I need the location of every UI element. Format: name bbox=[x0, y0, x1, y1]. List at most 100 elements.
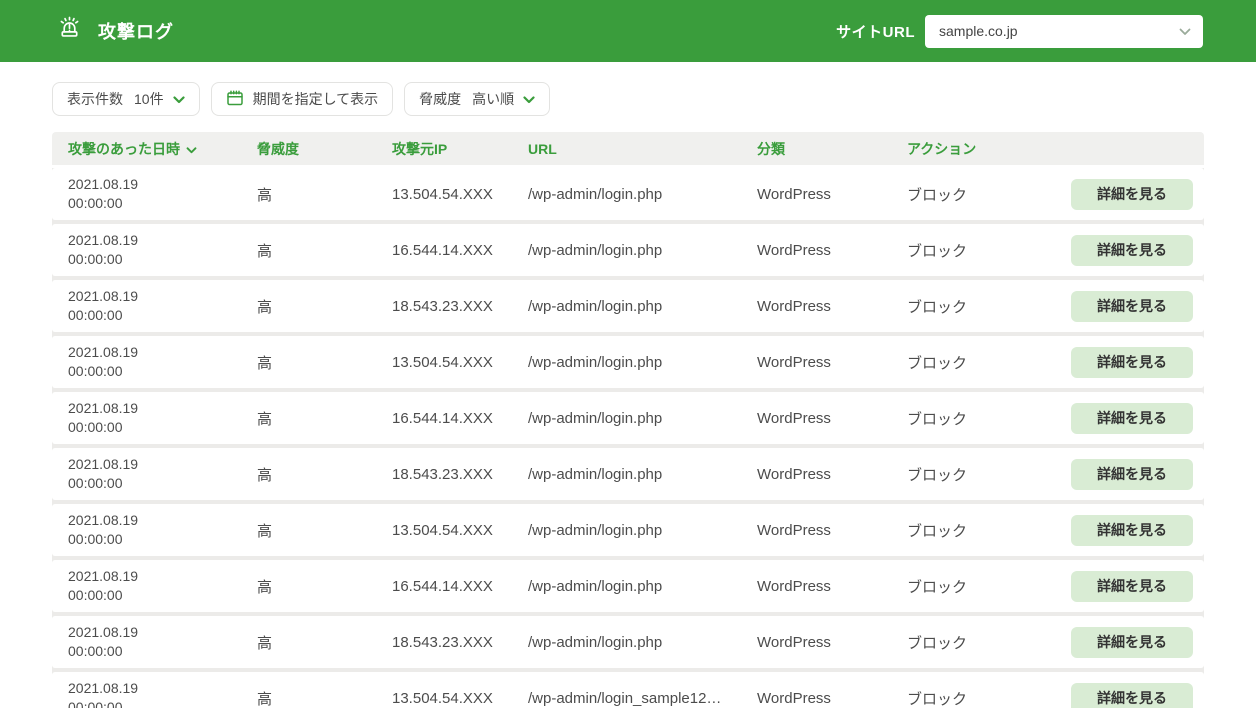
cell-url: /wp-admin/login.php bbox=[528, 578, 757, 595]
cell-action: ブロック bbox=[907, 520, 1071, 541]
chevron-down-icon bbox=[186, 141, 197, 157]
cell-url: /wp-admin/login.php bbox=[528, 410, 757, 427]
cell-datetime: 2021.08.19 00:00:00 bbox=[68, 567, 257, 605]
cell-attack-source-ip: 16.544.14.XXX bbox=[392, 242, 528, 259]
cell-datetime: 2021.08.19 00:00:00 bbox=[68, 511, 257, 549]
attack-log-table: 攻撃のあった日時 脅威度 攻撃元IP URL 分類 アクション 2021.08.… bbox=[52, 132, 1204, 708]
column-header-category: 分類 bbox=[757, 139, 907, 159]
app-header: 攻撃ログ サイトURL sample.co.jp bbox=[0, 0, 1256, 62]
detail-button[interactable]: 詳細を見る bbox=[1071, 683, 1193, 708]
table-row: 2021.08.19 00:00:00 高 18.543.23.XXX /wp-… bbox=[52, 280, 1204, 332]
detail-button[interactable]: 詳細を見る bbox=[1071, 235, 1193, 266]
cell-category: WordPress bbox=[757, 298, 907, 315]
page-title: 攻撃ログ bbox=[98, 18, 174, 44]
table-row: 2021.08.19 00:00:00 高 13.504.54.XXX /wp-… bbox=[52, 336, 1204, 388]
cell-datetime: 2021.08.19 00:00:00 bbox=[68, 399, 257, 437]
cell-url: /wp-admin/login_sample12… bbox=[528, 690, 757, 707]
display-count-label: 表示件数 bbox=[67, 89, 123, 109]
cell-datetime: 2021.08.19 00:00:00 bbox=[68, 343, 257, 381]
cell-url: /wp-admin/login.php bbox=[528, 186, 757, 203]
site-url-label: サイトURL bbox=[836, 21, 915, 42]
cell-threat-level: 高 bbox=[257, 520, 392, 541]
cell-category: WordPress bbox=[757, 634, 907, 651]
cell-attack-source-ip: 18.543.23.XXX bbox=[392, 466, 528, 483]
siren-icon bbox=[56, 15, 83, 47]
site-url-select[interactable]: sample.co.jp bbox=[925, 15, 1203, 48]
chevron-down-icon bbox=[523, 91, 535, 107]
filter-bar: 表示件数 10件 期間を指定して表示 脅威度 高い順 bbox=[52, 82, 1256, 116]
detail-button[interactable]: 詳細を見る bbox=[1071, 291, 1193, 322]
cell-action: ブロック bbox=[907, 632, 1071, 653]
header-title-group: 攻撃ログ bbox=[56, 15, 174, 47]
cell-action: ブロック bbox=[907, 464, 1071, 485]
cell-category: WordPress bbox=[757, 354, 907, 371]
display-count-value: 10件 bbox=[134, 89, 164, 109]
cell-threat-level: 高 bbox=[257, 352, 392, 373]
cell-threat-level: 高 bbox=[257, 464, 392, 485]
cell-category: WordPress bbox=[757, 690, 907, 707]
cell-datetime: 2021.08.19 00:00:00 bbox=[68, 175, 257, 213]
cell-threat-level: 高 bbox=[257, 240, 392, 261]
column-header-threat: 脅威度 bbox=[257, 139, 392, 159]
table-row: 2021.08.19 00:00:00 高 16.544.14.XXX /wp-… bbox=[52, 560, 1204, 612]
cell-category: WordPress bbox=[757, 410, 907, 427]
threat-sort-dropdown[interactable]: 脅威度 高い順 bbox=[404, 82, 550, 116]
column-header-datetime[interactable]: 攻撃のあった日時 bbox=[68, 139, 257, 159]
cell-action: ブロック bbox=[907, 576, 1071, 597]
period-filter-label: 期間を指定して表示 bbox=[253, 89, 379, 109]
cell-action: ブロック bbox=[907, 408, 1071, 429]
cell-action: ブロック bbox=[907, 296, 1071, 317]
table-row: 2021.08.19 00:00:00 高 18.543.23.XXX /wp-… bbox=[52, 616, 1204, 668]
cell-url: /wp-admin/login.php bbox=[528, 634, 757, 651]
cell-category: WordPress bbox=[757, 242, 907, 259]
cell-attack-source-ip: 18.543.23.XXX bbox=[392, 298, 528, 315]
site-url-group: サイトURL sample.co.jp bbox=[836, 15, 1203, 48]
cell-attack-source-ip: 16.544.14.XXX bbox=[392, 410, 528, 427]
detail-button[interactable]: 詳細を見る bbox=[1071, 179, 1193, 210]
cell-detail: 詳細を見る bbox=[1071, 291, 1193, 322]
cell-detail: 詳細を見る bbox=[1071, 403, 1193, 434]
detail-button[interactable]: 詳細を見る bbox=[1071, 627, 1193, 658]
site-url-value: sample.co.jp bbox=[939, 23, 1018, 39]
cell-detail: 詳細を見る bbox=[1071, 459, 1193, 490]
cell-detail: 詳細を見る bbox=[1071, 515, 1193, 546]
cell-url: /wp-admin/login.php bbox=[528, 298, 757, 315]
cell-detail: 詳細を見る bbox=[1071, 347, 1193, 378]
cell-detail: 詳細を見る bbox=[1071, 179, 1193, 210]
cell-category: WordPress bbox=[757, 522, 907, 539]
table-row: 2021.08.19 00:00:00 高 16.544.14.XXX /wp-… bbox=[52, 224, 1204, 276]
cell-datetime: 2021.08.19 00:00:00 bbox=[68, 679, 257, 708]
cell-category: WordPress bbox=[757, 466, 907, 483]
calendar-icon bbox=[226, 89, 244, 110]
display-count-dropdown[interactable]: 表示件数 10件 bbox=[52, 82, 200, 116]
cell-threat-level: 高 bbox=[257, 688, 392, 708]
cell-action: ブロック bbox=[907, 352, 1071, 373]
table-row: 2021.08.19 00:00:00 高 13.504.54.XXX /wp-… bbox=[52, 168, 1204, 220]
cell-url: /wp-admin/login.php bbox=[528, 242, 757, 259]
cell-threat-level: 高 bbox=[257, 296, 392, 317]
threat-sort-label: 脅威度 bbox=[419, 89, 461, 109]
chevron-down-icon bbox=[173, 91, 185, 107]
cell-attack-source-ip: 13.504.54.XXX bbox=[392, 690, 528, 707]
cell-category: WordPress bbox=[757, 578, 907, 595]
period-filter-button[interactable]: 期間を指定して表示 bbox=[211, 82, 394, 116]
cell-attack-source-ip: 18.543.23.XXX bbox=[392, 634, 528, 651]
detail-button[interactable]: 詳細を見る bbox=[1071, 515, 1193, 546]
cell-threat-level: 高 bbox=[257, 408, 392, 429]
detail-button[interactable]: 詳細を見る bbox=[1071, 403, 1193, 434]
cell-category: WordPress bbox=[757, 186, 907, 203]
cell-threat-level: 高 bbox=[257, 576, 392, 597]
detail-button[interactable]: 詳細を見る bbox=[1071, 571, 1193, 602]
cell-attack-source-ip: 13.504.54.XXX bbox=[392, 354, 528, 371]
cell-datetime: 2021.08.19 00:00:00 bbox=[68, 455, 257, 493]
table-row: 2021.08.19 00:00:00 高 13.504.54.XXX /wp-… bbox=[52, 504, 1204, 556]
cell-action: ブロック bbox=[907, 688, 1071, 708]
cell-detail: 詳細を見る bbox=[1071, 235, 1193, 266]
cell-threat-level: 高 bbox=[257, 632, 392, 653]
detail-button[interactable]: 詳細を見る bbox=[1071, 459, 1193, 490]
detail-button[interactable]: 詳細を見る bbox=[1071, 347, 1193, 378]
cell-detail: 詳細を見る bbox=[1071, 627, 1193, 658]
cell-datetime: 2021.08.19 00:00:00 bbox=[68, 287, 257, 325]
table-body: 2021.08.19 00:00:00 高 13.504.54.XXX /wp-… bbox=[52, 168, 1204, 708]
cell-url: /wp-admin/login.php bbox=[528, 522, 757, 539]
